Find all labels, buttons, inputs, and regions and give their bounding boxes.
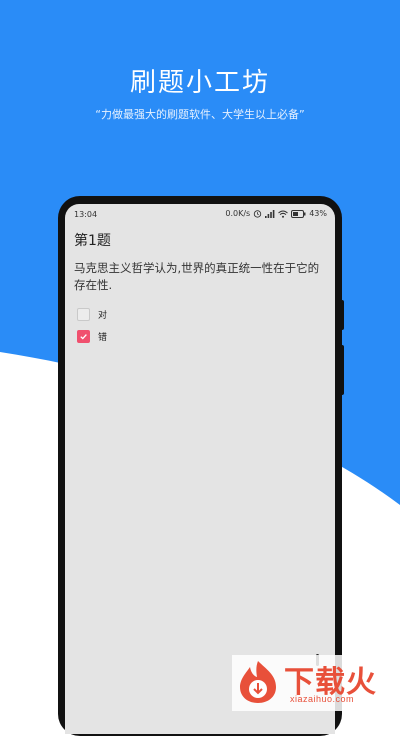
battery-level: 43% <box>309 209 327 218</box>
wifi-icon <box>278 210 289 218</box>
watermark: 下载火 xiazaihuo.com <box>232 655 400 711</box>
app-slogan: “力做最强大的刷题软件、大学生以上必备” <box>95 108 305 121</box>
option-true-label: 对 <box>98 311 108 321</box>
network-speed: 0.0K/s <box>225 209 251 218</box>
checkmark-icon <box>80 334 87 340</box>
app-title: 刷题小工坊 <box>129 68 270 98</box>
flame-logo-icon <box>240 661 276 703</box>
option-true[interactable]: 对 <box>77 308 107 321</box>
watermark-url: xiazaihuo.com <box>290 694 355 704</box>
option-true-checkbox[interactable] <box>77 308 90 321</box>
signal-icon <box>265 209 275 218</box>
option-false[interactable]: 错 <box>77 330 107 343</box>
question-title: 第1题 <box>74 233 111 249</box>
status-bar: 13:04 0.0K/s 43% <box>65 204 335 224</box>
question-text: 马克思主义哲学认为,世界的真正统一性在于它的存在性. <box>74 261 320 292</box>
option-false-checkbox[interactable] <box>77 330 90 343</box>
battery-icon <box>291 209 306 218</box>
status-time: 13:04 <box>74 210 98 219</box>
status-indicators: 0.0K/s 43% <box>225 209 327 218</box>
alarm-icon <box>254 210 262 218</box>
option-false-label: 错 <box>98 333 108 343</box>
